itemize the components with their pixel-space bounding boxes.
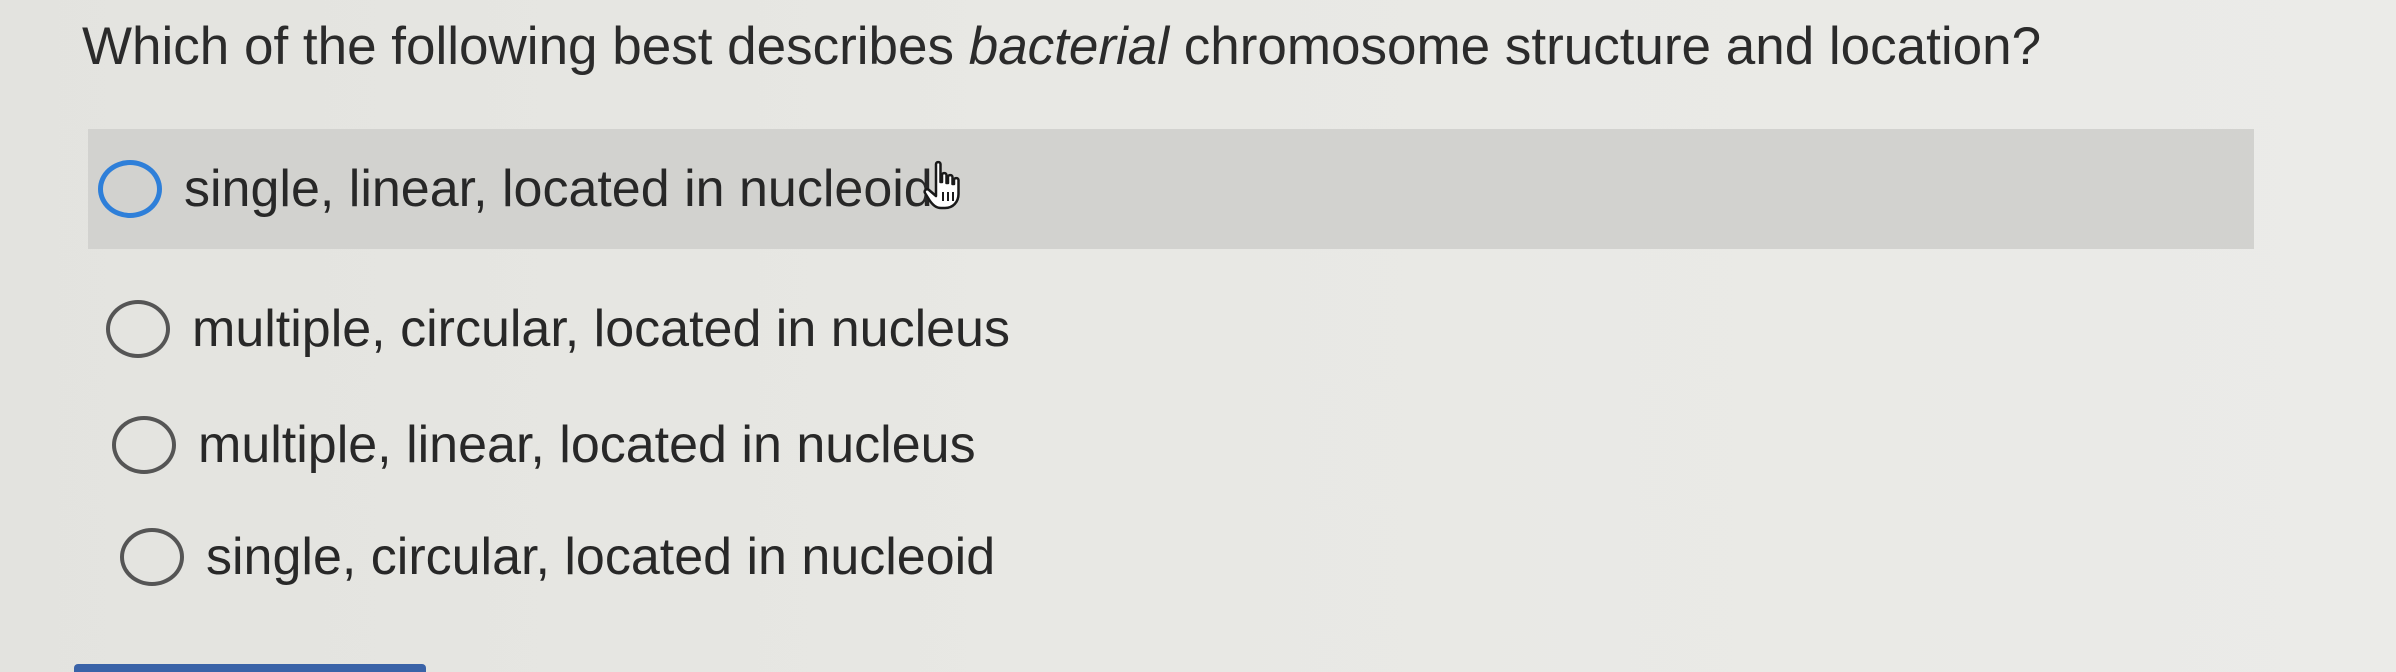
answer-options: single, linear, located in nucleoid mult… xyxy=(0,0,2396,672)
hand-pointer-icon xyxy=(923,160,960,210)
answer-option-2[interactable]: multiple, circular, located in nucleus xyxy=(106,294,1010,364)
answer-option-1-label: single, linear, located in nucleoid xyxy=(184,160,933,218)
radio-button-1[interactable] xyxy=(98,160,162,218)
answer-option-3[interactable]: multiple, linear, located in nucleus xyxy=(112,410,976,480)
bottom-accent-bar xyxy=(74,664,426,672)
answer-option-1[interactable]: single, linear, located in nucleoid xyxy=(88,129,2254,249)
answer-option-3-label: multiple, linear, located in nucleus xyxy=(198,416,976,474)
answer-option-2-label: multiple, circular, located in nucleus xyxy=(192,300,1010,358)
answer-option-4-label: single, circular, located in nucleoid xyxy=(206,528,996,586)
radio-button-2[interactable] xyxy=(106,300,170,358)
answer-option-4[interactable]: single, circular, located in nucleoid xyxy=(120,522,995,592)
radio-button-3[interactable] xyxy=(112,416,176,474)
radio-button-4[interactable] xyxy=(120,528,184,586)
